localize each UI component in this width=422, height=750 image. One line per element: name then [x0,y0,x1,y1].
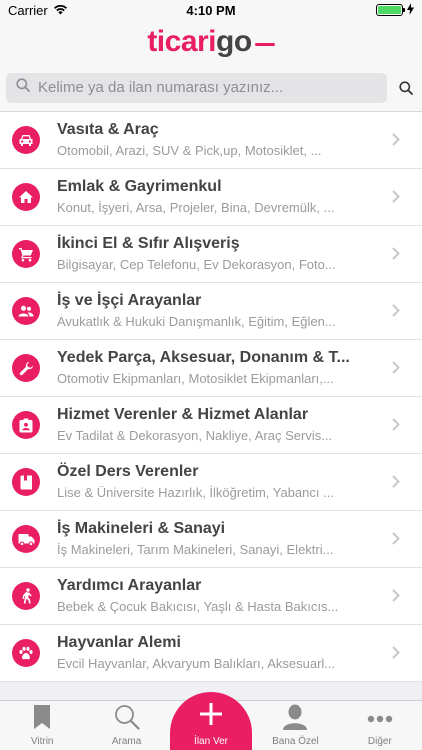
category-title: Yedek Parça, Aksesuar, Donanım & T... [57,349,350,366]
category-subtitle: Otomobil, Arazi, SUV & Pick,up, Motosikl… [57,143,322,158]
category-title: Özel Ders Verenler [57,463,199,480]
category-row-alisveris[interactable]: İkinci El & Sıfır Alışveriş Bilgisayar, … [0,226,422,283]
wrench-icon [12,354,40,382]
chevron-right-icon [392,361,400,379]
category-title: İkinci El & Sıfır Alışveriş [57,235,240,252]
category-row-vasita[interactable]: Vasıta & Araç Otomobil, Arazi, SUV & Pic… [0,112,422,169]
category-title: İş Makineleri & Sanayi [57,520,226,537]
app-header: ticari go [0,20,422,64]
category-title: Emlak & Gayrimenkul [57,178,222,195]
category-row-hizmet[interactable]: Hizmet Verenler & Hizmet Alanlar Ev Tadi… [0,397,422,454]
chevron-right-icon [392,133,400,151]
category-subtitle: Konut, İşyeri, Arsa, Projeler, Bina, Dev… [57,200,335,215]
category-row-emlak[interactable]: Emlak & Gayrimenkul Konut, İşyeri, Arsa,… [0,169,422,226]
post-ad-fab[interactable]: İlan Ver [170,692,253,750]
cart-icon [12,240,40,268]
category-title: Hayvanlar Alemi [57,634,181,651]
tab-label: Vitrin [30,736,54,747]
app-screen: Carrier 4:10 PM ticari go Kelime ya da i… [0,0,422,750]
category-subtitle: Bebek & Çocuk Bakıcısı, Yaşlı & Hasta Ba… [57,599,339,614]
logo-dash [254,42,275,46]
tab-label: Bana Özel [272,736,319,747]
tab-vitrin[interactable]: Vitrin [0,701,84,750]
search-box[interactable] [6,72,387,103]
charging-icon [407,2,414,18]
tab-bana-ozel[interactable]: Bana Özel [253,701,337,750]
category-subtitle: İş Makineleri, Tarım Makineleri, Sanayi,… [57,542,334,557]
brand-logo: ticari go [147,25,275,59]
category-row-yardimci[interactable]: Yardımcı Arayanlar Bebek & Çocuk Bakıcıs… [0,568,422,625]
search-button[interactable] [399,80,413,95]
category-row-yedek-parca[interactable]: Yedek Parça, Aksesuar, Donanım & T... Ot… [0,340,422,397]
battery-icon [376,4,405,16]
search-input[interactable] [38,79,377,96]
category-row-is-makineleri[interactable]: İş Makineleri & Sanayi İş Makineleri, Ta… [0,511,422,568]
people-icon [12,297,40,325]
house-icon [12,183,40,211]
more-dots-icon [367,715,393,736]
category-title: Hizmet Verenler & Hizmet Alanlar [57,406,309,423]
chevron-right-icon [392,304,400,322]
carrier-label: Carrier [8,2,48,18]
search-bar [0,64,422,112]
chevron-right-icon [392,247,400,265]
tab-label: Diğer [367,736,392,747]
status-bar: Carrier 4:10 PM [0,0,422,20]
tab-ilan-ver[interactable]: İlan Ver [169,692,253,750]
book-icon [12,468,40,496]
tab-label: İlan Ver [194,736,228,747]
category-subtitle: Lise & Üniversite Hazırlık, İlköğretim, … [57,485,334,500]
category-row-hayvanlar[interactable]: Hayvanlar Alemi Evcil Hayvanlar, Akvaryu… [0,625,422,682]
chevron-right-icon [392,589,400,607]
chevron-right-icon [392,646,400,664]
bookmark-icon [33,704,51,736]
logo-part1: ticari [147,25,217,58]
chevron-right-icon [392,532,400,550]
chevron-right-icon [392,418,400,436]
tab-bar: Vitrin Arama İlan Ver Bana Özel Diğer [0,692,422,750]
category-subtitle: Bilgisayar, Cep Telefonu, Ev Dekorasyon,… [57,257,336,272]
walking-person-icon [12,582,40,610]
person-icon [283,704,308,736]
category-subtitle: Avukatlık & Hukuki Danışmanlık, Eğitim, … [57,314,336,329]
truck-icon [12,525,40,553]
tab-diger[interactable]: Diğer [338,701,422,750]
category-title: Yardımcı Arayanlar [57,577,202,594]
plus-icon [200,703,223,736]
category-subtitle: Evcil Hayvanlar, Akvaryum Balıkları, Aks… [57,656,336,671]
category-list: Vasıta & Araç Otomobil, Arazi, SUV & Pic… [0,112,422,682]
tab-label: Arama [111,736,142,747]
chevron-right-icon [392,475,400,493]
chevron-right-icon [392,190,400,208]
category-subtitle: Ev Tadilat & Dekorasyon, Nakliye, Araç S… [57,428,333,443]
logo-part2: go [216,25,252,58]
category-row-is-isci[interactable]: İş ve İşçi Arayanlar Avukatlık & Hukuki … [0,283,422,340]
category-subtitle: Otomotiv Ekipmanları, Motosiklet Ekipman… [57,371,334,386]
category-title: İş ve İşçi Arayanlar [57,292,202,309]
search-field-icon [16,78,30,97]
category-row-ozel-ders[interactable]: Özel Ders Verenler Lise & Üniversite Haz… [0,454,422,511]
search-icon [114,704,140,736]
paw-icon [12,639,40,667]
wifi-icon [53,3,68,18]
car-icon [12,126,40,154]
badge-icon [12,411,40,439]
tab-arama[interactable]: Arama [84,701,168,750]
category-title: Vasıta & Araç [57,121,159,138]
